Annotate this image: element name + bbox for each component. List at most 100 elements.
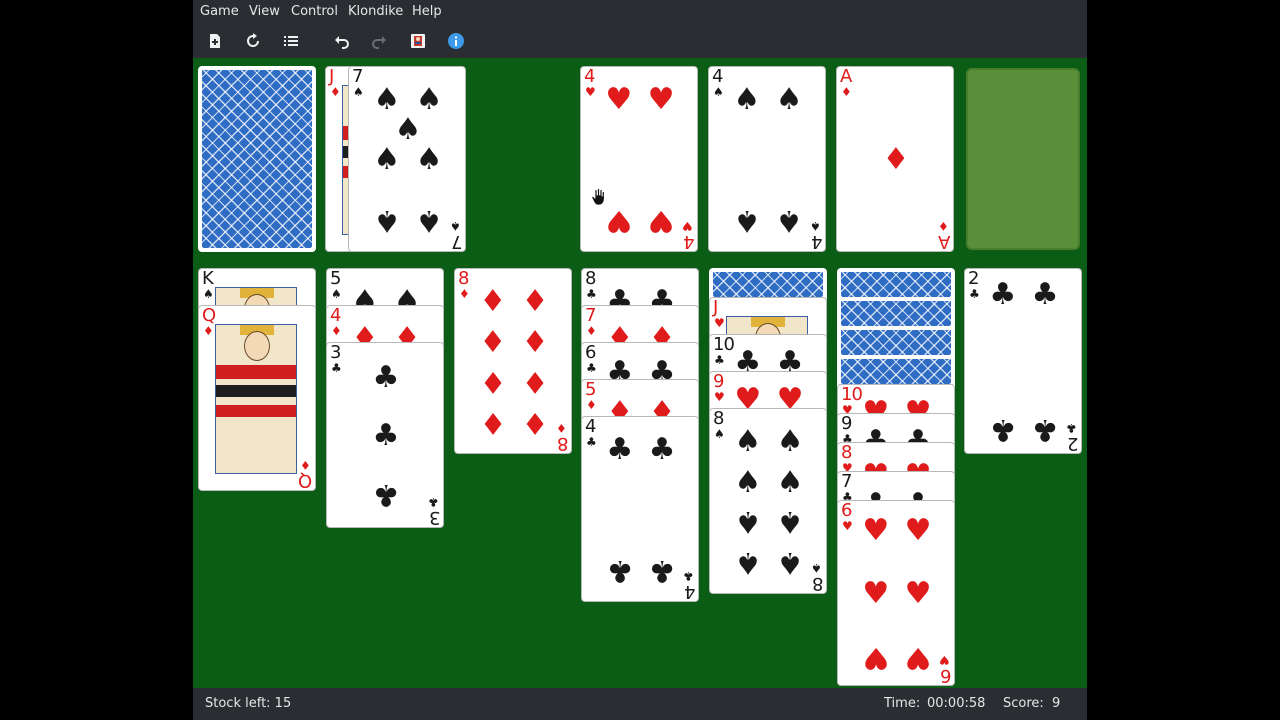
card-pip-icon: ♥ xyxy=(862,640,890,676)
card-pip-icon: ♦ xyxy=(882,142,910,177)
card-suit-icon: ♥ xyxy=(714,316,725,330)
tableau-card[interactable]: 3 ♣ 3 ♣ ♣ ♣ ♣ xyxy=(326,342,444,528)
card-suit-bottom-icon: ♦ xyxy=(556,421,567,435)
tableau-card[interactable]: 2 ♣ 2 ♣ ♣ ♣ ♣ ♣ xyxy=(964,268,1082,454)
card-pip-icon: ♦ xyxy=(479,284,507,320)
card-suit-icon: ♠ xyxy=(713,85,724,99)
card-rank: 7 xyxy=(352,66,363,87)
time-value: 00:00:58 xyxy=(927,696,986,711)
card-pip-icon: ♣ xyxy=(606,552,634,588)
card-pip-icon: ♠ xyxy=(776,464,804,500)
list-icon xyxy=(284,36,298,46)
menu-control[interactable]: Control xyxy=(291,4,338,19)
card-pip-icon: ♠ xyxy=(734,424,762,460)
card-suit-icon: ♦ xyxy=(459,287,470,301)
card-rank: 6 xyxy=(841,500,852,521)
card-suit-icon: ♠ xyxy=(353,85,364,99)
foundation-card[interactable]: A ♦ A ♦ ♦ xyxy=(836,66,954,252)
card-suit-icon: ♣ xyxy=(714,353,725,367)
card-pip-icon: ♠ xyxy=(775,202,803,238)
card-pip-icon: ♥ xyxy=(862,576,890,611)
restart-button[interactable] xyxy=(241,29,265,53)
card-rank: 10 xyxy=(713,334,735,355)
card-suit-icon: ♣ xyxy=(331,361,342,375)
menu-bar: Game View Control Klondike Help xyxy=(193,0,1087,24)
info-button[interactable] xyxy=(444,29,468,53)
menu-view[interactable]: View xyxy=(249,4,280,19)
card-rank: 10 xyxy=(841,384,863,405)
card-pip-icon: ♣ xyxy=(1031,277,1059,313)
card-suit-bottom-icon: ♠ xyxy=(811,561,822,575)
card-suit-icon: ♠ xyxy=(331,287,342,301)
card-suit-bottom-icon: ♠ xyxy=(810,219,821,233)
card-suit-bottom-icon: ♥ xyxy=(939,653,950,667)
card-pip-icon: ♠ xyxy=(776,544,804,580)
card-rank-bottom: 8 xyxy=(812,573,823,594)
card-suit-icon: ♦ xyxy=(586,324,597,338)
tableau-card[interactable]: 4 ♣ 4 ♣ ♣ ♣ ♣ ♣ xyxy=(581,416,699,602)
waste-card[interactable]: 7 ♠ 7 ♠ ♠ ♠ ♠ ♠ ♠ ♠ ♠ xyxy=(348,66,466,252)
menu-help[interactable]: Help xyxy=(412,4,442,19)
redo-button[interactable] xyxy=(367,29,391,53)
card-pip-icon: ♠ xyxy=(734,544,762,580)
card-rank: 4 xyxy=(585,416,596,437)
card-rank-bottom: 2 xyxy=(1067,433,1078,454)
card-suit-icon: ♥ xyxy=(714,390,725,404)
card-rank: 7 xyxy=(585,305,596,326)
card-suit-icon: ♣ xyxy=(586,361,597,375)
score-label: Score: xyxy=(1003,696,1044,711)
card-suit-icon: ♦ xyxy=(330,85,341,99)
tableau-card[interactable]: Q ♦ Q ♦ xyxy=(198,305,316,491)
card-suit-icon: ♦ xyxy=(203,324,214,338)
card-rank: 4 xyxy=(330,305,341,326)
card-pip-icon: ♠ xyxy=(734,464,762,500)
solitaire-window: Game View Control Klondike Help J ♦ 7 ♠ … xyxy=(193,0,1087,720)
tableau-card[interactable]: 8 ♦ 8 ♦ ♦ ♦ ♦ ♦ ♦ ♦ ♦ ♦ xyxy=(454,268,572,454)
info-icon xyxy=(448,33,464,49)
toolbar xyxy=(193,24,1087,58)
card-suit-icon: ♠ xyxy=(714,427,725,441)
card-pip-icon: ♦ xyxy=(479,404,507,440)
card-pip-icon: ♦ xyxy=(521,324,549,360)
new-game-button[interactable] xyxy=(203,29,227,53)
card-rank: 4 xyxy=(584,66,595,87)
card-suit-bottom-icon: ♣ xyxy=(1066,421,1077,435)
card-suit-bottom-icon: ♣ xyxy=(428,495,439,509)
undo-icon xyxy=(335,36,349,49)
menu-klondike[interactable]: Klondike xyxy=(348,4,403,19)
stock-pile[interactable] xyxy=(198,66,316,252)
card-pip-icon: ♦ xyxy=(521,284,549,320)
card-rank: 3 xyxy=(330,342,341,363)
card-rank: 4 xyxy=(712,66,723,87)
card-rank-bottom: A xyxy=(938,231,950,252)
hand-cursor-icon xyxy=(591,188,605,206)
undo-button[interactable] xyxy=(330,29,354,53)
foundation-card[interactable]: 4 ♥ 4 ♥ ♥ ♥ ♥ ♥ xyxy=(580,66,698,252)
card-rank-bottom: 4 xyxy=(684,581,695,602)
card-suit-icon: ♥ xyxy=(585,85,596,99)
card-rank: J xyxy=(329,66,334,87)
foundation-empty-slot[interactable] xyxy=(966,68,1080,250)
tableau-card[interactable]: 8 ♠ 8 ♠ ♠ ♠ ♠ ♠ ♠ ♠ ♠ ♠ xyxy=(709,408,827,594)
card-pip-icon: ♦ xyxy=(521,404,549,440)
card-pip-icon: ♦ xyxy=(479,364,507,400)
card-pip-icon: ♠ xyxy=(415,202,443,238)
card-suit-bottom-icon: ♥ xyxy=(682,219,693,233)
card-pip-icon: ♠ xyxy=(415,82,443,118)
card-pip-icon: ♠ xyxy=(733,202,761,238)
deal-button[interactable] xyxy=(406,29,430,53)
card-rank: 2 xyxy=(968,268,979,289)
card-pip-icon: ♦ xyxy=(521,364,549,400)
card-rank: 8 xyxy=(713,408,724,429)
list-button[interactable] xyxy=(279,29,303,53)
score-value: 9 xyxy=(1052,696,1061,711)
card-pip-icon: ♣ xyxy=(1031,411,1059,447)
card-rank: 5 xyxy=(585,379,596,400)
redo-icon xyxy=(372,36,386,49)
tableau-card[interactable]: 6 ♥ 6 ♥ ♥ ♥ ♥ ♥ ♥ ♥ xyxy=(837,500,955,686)
card-rank: Q xyxy=(202,305,216,326)
menu-game[interactable]: Game xyxy=(200,4,239,19)
card-pip-icon: ♠ xyxy=(775,82,803,118)
foundation-card[interactable]: 4 ♠ 4 ♠ ♠ ♠ ♠ ♠ xyxy=(708,66,826,252)
card-suit-bottom-icon: ♦ xyxy=(300,458,311,472)
